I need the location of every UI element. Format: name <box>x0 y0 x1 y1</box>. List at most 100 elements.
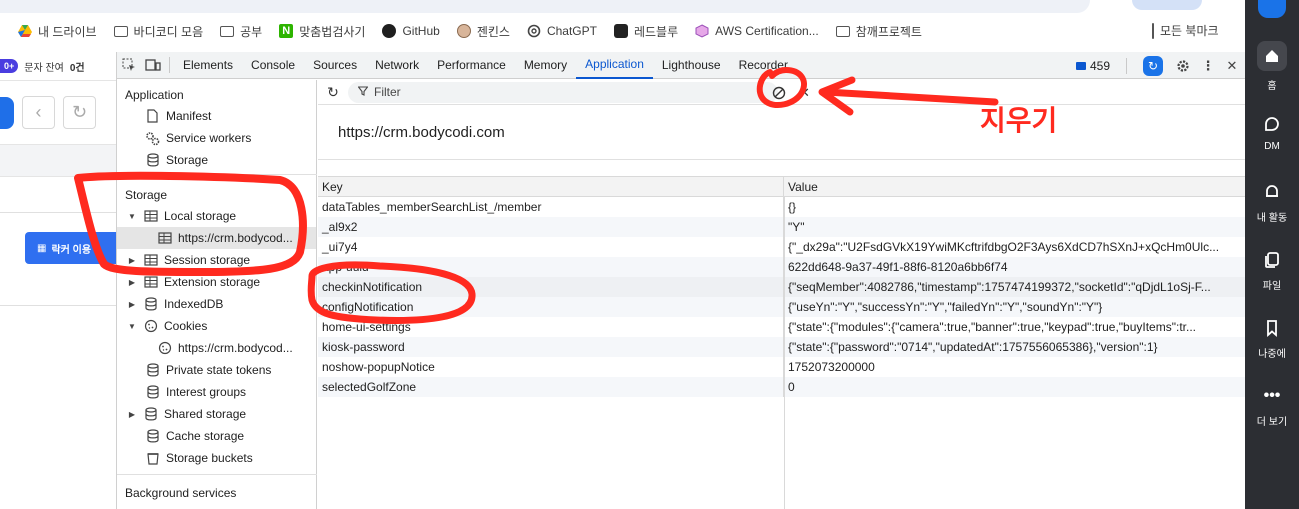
table-row[interactable]: home-ui-settings {"state":{"modules":{"ca… <box>318 317 1245 337</box>
locker-use-button[interactable]: ▦ 락커 이용 <box>25 232 116 264</box>
row-value-text: "Y" <box>788 220 805 234</box>
sidebar-item-storage-overview[interactable]: Storage <box>145 149 208 171</box>
ai-assistance-icon[interactable]: ↻ <box>1143 55 1163 76</box>
bookmark-study-folder[interactable]: 공부 <box>220 23 262 40</box>
file-icon <box>145 109 160 124</box>
bookmark-label: 내 드라이브 <box>38 24 97 39</box>
sidebar-nav-files[interactable]: 파일 <box>1245 249 1299 292</box>
tab-memory[interactable]: Memory <box>515 52 576 79</box>
bookmark-chatgpt[interactable]: ChatGPT <box>527 24 597 38</box>
row-key: _ui7y4 <box>318 237 784 257</box>
clear-all-icon[interactable] <box>769 83 788 102</box>
table-row[interactable]: dataTables_memberSearchList_/member {} <box>318 197 1245 217</box>
bookmark-aws[interactable]: AWS Certification... <box>695 24 819 38</box>
devtools-tabbar: Elements Console Sources Network Perform… <box>117 52 1245 79</box>
sidebar-item-interest-groups[interactable]: Interest groups <box>145 381 246 403</box>
sidebar-item-cache-storage[interactable]: Cache storage <box>145 425 244 447</box>
row-value-text: 622dd648-9a37-49f1-88f6-8120a6bb6f74 <box>788 260 1008 274</box>
refresh-icon[interactable]: ↻ <box>318 84 348 101</box>
sidebar-nav-activity[interactable]: 내 활동 <box>1245 181 1299 224</box>
application-section-header: Application <box>125 88 184 102</box>
page-topbar: 0+ 문자 잔여 0건 <box>0 52 116 81</box>
sidebar-item-indexeddb[interactable]: ▶ IndexedDB <box>127 293 223 315</box>
column-divider[interactable] <box>784 197 785 509</box>
row-value: 1752073200000 <box>784 357 1245 377</box>
sidebar-nav-label: 홈 <box>1267 81 1277 92</box>
bookmark-label: 공부 <box>240 24 263 39</box>
bookmark-chamkkae-folder[interactable]: 참깨프로젝트 <box>835 23 922 40</box>
triangle-right-icon: ▶ <box>128 255 136 265</box>
gear-icon[interactable] <box>1175 52 1191 79</box>
folder-icon <box>113 24 128 38</box>
bookmark-spellcheck[interactable]: N 맞춤법검사기 <box>279 23 365 40</box>
address-bar-remnant[interactable] <box>0 0 1090 13</box>
sidebar-item-private-state-tokens[interactable]: Private state tokens <box>145 359 271 381</box>
table-row[interactable]: kiosk-password {"state":{"password":"0714… <box>318 337 1245 357</box>
dm-icon <box>1261 113 1283 135</box>
table-row[interactable]: app-uuid 622dd648-9a37-49f1-88f6-8120a6bb… <box>318 257 1245 277</box>
sidebar-item-storage-buckets[interactable]: Storage buckets <box>145 447 253 469</box>
sidebar-item-service-workers[interactable]: Service workers <box>145 127 251 149</box>
column-header-key[interactable]: Key <box>318 177 784 196</box>
sidebar-item-session-storage[interactable]: ▶ Session storage <box>127 249 250 271</box>
database-icon <box>143 297 158 312</box>
sidebar-item-extension-storage[interactable]: ▶ Extension storage <box>127 271 260 293</box>
message-icon <box>1075 61 1086 70</box>
table-row[interactable]: _al9x2 "Y" <box>318 217 1245 237</box>
issues-counter[interactable]: 459 <box>1075 59 1110 73</box>
filter-placeholder: Filter <box>374 85 401 99</box>
tab-application[interactable]: Application <box>576 52 653 79</box>
sidebar-item-local-origin[interactable]: https://crm.bodycod... <box>117 227 316 249</box>
device-toolbar-icon[interactable] <box>141 52 165 79</box>
sidebar-item-shared-storage[interactable]: ▶ Shared storage <box>127 403 246 425</box>
refresh-button[interactable]: ↻ <box>63 96 96 129</box>
table-row[interactable]: noshow-popupNotice 1752073200000 <box>318 357 1245 377</box>
tab-elements[interactable]: Elements <box>174 52 242 79</box>
all-bookmarks[interactable]: 모든 북마크 <box>1152 22 1219 39</box>
tab-performance[interactable]: Performance <box>428 52 515 79</box>
sidebar-item-label: Cache storage <box>166 429 245 443</box>
sidebar-item-cookies-origin[interactable]: https://crm.bodycod... <box>157 337 293 359</box>
sidebar-item-cookies[interactable]: ▼ Cookies <box>127 315 207 337</box>
sidebar-item-manifest[interactable]: Manifest <box>145 105 211 127</box>
triangle-right-icon: ▶ <box>128 409 136 419</box>
app-logo <box>1258 0 1286 18</box>
back-button[interactable]: ‹ <box>22 96 55 129</box>
bookmark-redblue[interactable]: 레드블루 <box>613 23 678 40</box>
background-services-header: Background services <box>125 486 237 500</box>
tab-network[interactable]: Network <box>366 52 428 79</box>
bookmark-github[interactable]: GitHub <box>382 24 440 38</box>
row-value-text: 0 <box>788 380 795 394</box>
inspect-element-icon[interactable] <box>117 52 141 79</box>
table-row[interactable]: configNotification {"useYn":"Y","successY… <box>318 297 1245 317</box>
sidebar-nav-later[interactable]: 나중에 <box>1245 317 1299 360</box>
tab-console[interactable]: Console <box>242 52 304 79</box>
close-icon[interactable]: ✕ <box>1225 52 1239 79</box>
tab-sources[interactable]: Sources <box>304 52 366 79</box>
sidebar-nav-more[interactable]: ••• 더 보기 <box>1245 385 1299 428</box>
tab-recorder[interactable]: Recorder <box>730 52 797 79</box>
sms-remaining-label: 문자 잔여 <box>24 62 64 74</box>
sidebar-nav-dm[interactable]: DM <box>1245 113 1299 152</box>
column-header-value[interactable]: Value <box>784 177 1245 196</box>
locker-button-label: 락커 이용 <box>51 244 92 256</box>
sidebar-nav-home[interactable]: 홈 <box>1245 41 1299 92</box>
table-row[interactable]: _ui7y4 {"_dx29a":"U2FsdGVkX19YwiMKcftrifd… <box>318 237 1245 257</box>
more-options-icon[interactable]: ⋮ <box>1202 52 1215 79</box>
bookmark-bodycodi-folder[interactable]: 바디코디 모음 <box>113 23 204 40</box>
row-value: 622dd648-9a37-49f1-88f6-8120a6bb6f74 <box>784 257 1245 277</box>
delete-selected-icon[interactable]: ✕ <box>795 83 814 102</box>
cookie-icon <box>157 341 172 356</box>
row-value: {"seqMember":4082786,"timestamp":1757474… <box>784 277 1245 297</box>
tab-lighthouse[interactable]: Lighthouse <box>653 52 730 79</box>
bookmark-jenkins[interactable]: 젠킨스 <box>456 23 510 40</box>
profile-button[interactable] <box>1132 0 1202 10</box>
filter-input[interactable]: Filter <box>348 81 778 103</box>
sidebar-item-local-storage[interactable]: ▼ Local storage <box>127 205 236 227</box>
page-nav-button[interactable] <box>0 96 14 129</box>
bookmark-my-drive[interactable]: 내 드라이브 <box>18 23 97 40</box>
bookmark-label: 바디코디 모음 <box>133 24 204 39</box>
table-row[interactable]: selectedGolfZone 0 <box>318 377 1245 397</box>
sidebar-item-label: Private state tokens <box>166 363 272 377</box>
table-row[interactable]: checkinNotification {"seqMember":4082786,… <box>318 277 1245 297</box>
